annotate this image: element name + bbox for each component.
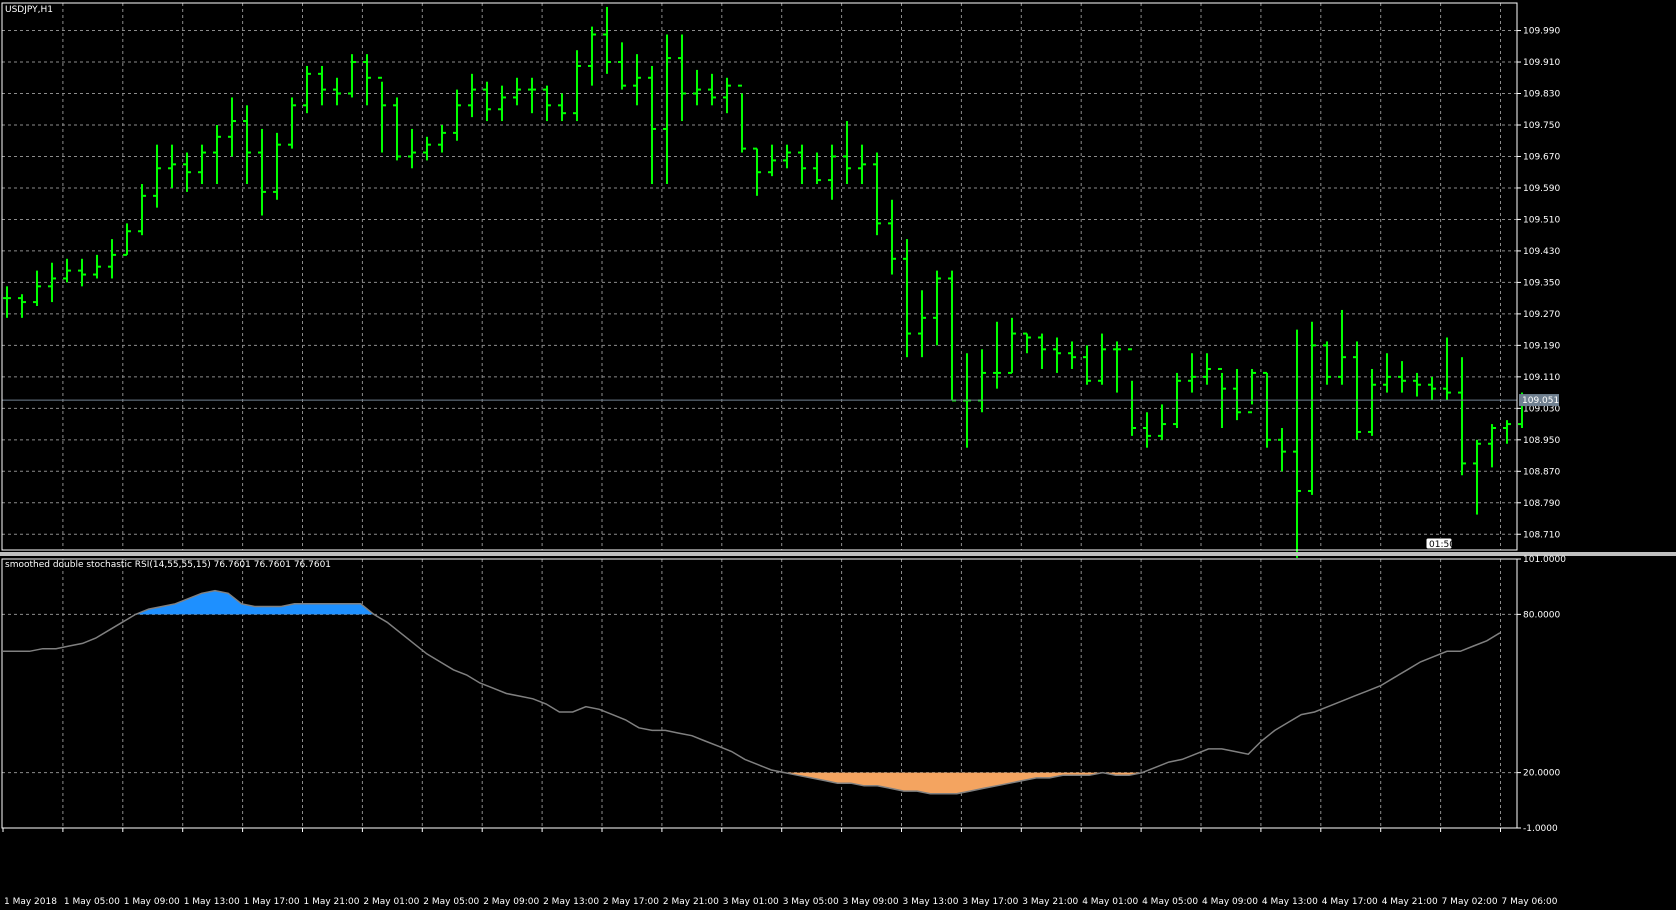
price-tick-label: 108.950: [1523, 436, 1560, 446]
trading-chart[interactable]: 109.990 109.910 109.830 109.750 109.670 109.5…: [0, 0, 1676, 910]
time-tick-label: 4 May 21:00: [1382, 897, 1438, 907]
time-tick-label: 7 May 02:00: [1442, 897, 1498, 907]
price-tick-label: 108.710: [1523, 530, 1560, 540]
time-tick-label: 3 May 01:00: [723, 897, 779, 907]
indicator-tick-label: 80.0000: [1523, 610, 1560, 620]
price-tick-label: 109.510: [1523, 215, 1560, 225]
time-tick-label: 1 May 13:00: [184, 897, 240, 907]
time-tick-label: 7 May 06:00: [1502, 897, 1558, 907]
indicator-title: smoothed double stochastic RSI(14,55,55,…: [5, 560, 331, 570]
time-tick-label: 4 May 01:00: [1082, 897, 1138, 907]
time-tick-label: 2 May 21:00: [663, 897, 719, 907]
price-tick-label: 108.790: [1523, 499, 1560, 509]
pane-separator[interactable]: [0, 552, 1676, 556]
time-tick-label: 1 May 05:00: [64, 897, 120, 907]
time-tick-label: 1 May 21:00: [304, 897, 360, 907]
indicator-tick-label: 20.0000: [1523, 769, 1560, 779]
time-tick-label: 2 May 01:00: [363, 897, 419, 907]
countdown-text: 01:50: [1429, 540, 1455, 550]
price-tick-label: 109.430: [1523, 247, 1560, 257]
time-tick-label: 2 May 09:00: [483, 897, 539, 907]
time-tick-label: 2 May 17:00: [603, 897, 659, 907]
price-tick-label: 109.350: [1523, 278, 1560, 288]
current-price-label: 109.051: [1519, 394, 1559, 407]
price-tick-label: 109.270: [1523, 310, 1560, 320]
time-tick-label: 1 May 17:00: [244, 897, 300, 907]
time-tick-label: 3 May 13:00: [903, 897, 959, 907]
price-tick-label: 109.750: [1523, 121, 1560, 131]
countdown-badge: 01:50: [1425, 537, 1455, 550]
time-tick-label: 3 May 09:00: [843, 897, 899, 907]
current-price-value: 109.051: [1522, 396, 1559, 406]
time-tick-label: 2 May 13:00: [543, 897, 599, 907]
time-tick-label: 3 May 17:00: [962, 897, 1018, 907]
price-tick-label: 109.190: [1523, 341, 1560, 351]
price-tick-label: 108.870: [1523, 467, 1560, 477]
symbol-title: USDJPY,H1: [5, 5, 53, 15]
time-tick-label: 1 May 2018: [4, 897, 57, 907]
time-tick-label: 4 May 05:00: [1142, 897, 1198, 907]
time-tick-label: 1 May 09:00: [124, 897, 180, 907]
price-tick-label: 109.670: [1523, 152, 1560, 162]
price-tick-label: 109.830: [1523, 90, 1560, 100]
time-tick-label: 4 May 17:00: [1322, 897, 1378, 907]
indicator-tick-label: 101.0000: [1523, 555, 1566, 565]
price-tick-label: 109.110: [1523, 373, 1560, 383]
time-tick-label: 2 May 05:00: [423, 897, 479, 907]
price-tick-label: 109.590: [1523, 184, 1560, 194]
time-tick-label: 3 May 05:00: [783, 897, 839, 907]
time-tick-label: 3 May 21:00: [1022, 897, 1078, 907]
time-tick-label: 4 May 13:00: [1262, 897, 1318, 907]
price-tick-label: 109.990: [1523, 27, 1560, 37]
price-tick-label: 109.910: [1523, 58, 1560, 68]
indicator-tick-label: -1.0000: [1523, 824, 1558, 834]
time-tick-label: 4 May 09:00: [1202, 897, 1258, 907]
